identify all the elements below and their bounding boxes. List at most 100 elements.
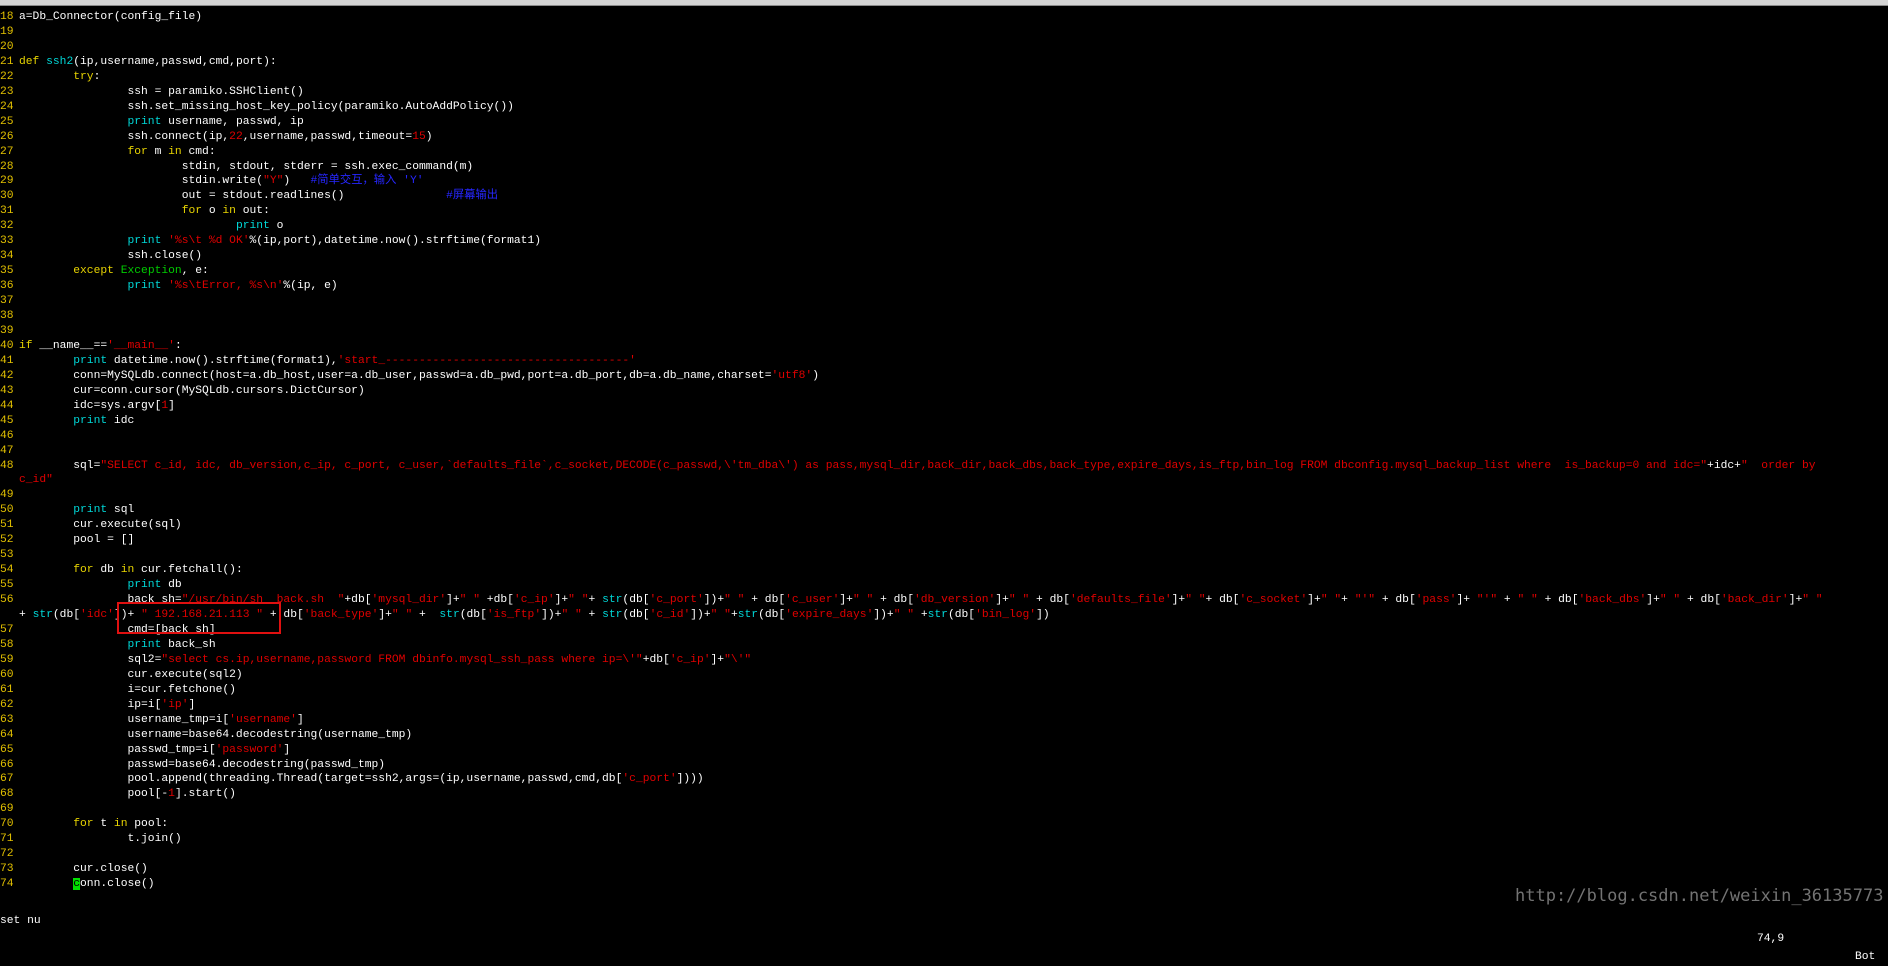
code-token: idc [107,414,135,427]
code-line[interactable]: 21 def ssh2(ip,username,passwd,cmd,port): [0,55,277,70]
code-line[interactable]: 25 print username, passwd, ip [0,115,304,130]
code-token: ,username,passwd,timeout= [242,130,413,143]
code-line[interactable]: 41 print datetime.now().strftime(format1… [0,354,636,369]
annotation-highlight-box [117,602,281,634]
code-token: 'is_ftp' [486,609,542,621]
code-line[interactable]: 27 for m in cmd: [0,145,216,160]
code-line[interactable]: 49 [0,488,19,503]
code-line[interactable]: 72 [0,847,19,862]
code-line[interactable]: 67 pool.append(threading.Thread(target=s… [0,772,704,787]
code-line[interactable]: 48 sql="SELECT c_id, idc, db_version,c_i… [0,459,1816,474]
code-line[interactable]: 23 ssh = paramiko.SSHClient() [0,85,304,100]
line-number: 37 [0,295,14,308]
code-line[interactable]: 30 out = stdout.readlines() #屏幕输出 [0,189,498,204]
code-line[interactable]: 20 [0,40,19,55]
code-token: cur=conn.cursor(MySQLdb.cursors.DictCurs… [19,384,365,397]
code-line[interactable]: 66 passwd=base64.decodestring(passwd_tmp… [0,758,385,773]
code-line[interactable]: 45 print idc [0,414,134,429]
vim-editor[interactable]: 18 a=Db_Connector(config_file) 19 20 21 def s… [0,10,1888,892]
code-line[interactable]: 19 [0,25,19,40]
code-line[interactable]: 52 pool = [] [0,533,134,548]
line-number: 29 [0,175,14,188]
code-line[interactable]: 73 cur.close() [0,862,148,877]
code-line[interactable]: c_id" [0,473,53,488]
code-line[interactable]: 71 t.join() [0,832,182,847]
code-line[interactable]: 38 [0,309,19,324]
code-token: ])+ [873,609,894,621]
code-line[interactable]: 68 pool[-1].start() [0,787,236,802]
code-line[interactable]: 35 except Exception, e: [0,264,209,279]
code-line[interactable]: 63 username_tmp=i['username'] [0,713,304,728]
code-line[interactable]: 62 ip=i['ip'] [0,698,195,713]
command-line[interactable]: set nu [0,912,41,930]
code-token: " " [1517,594,1538,607]
code-line[interactable]: 74 conn.close() [0,877,155,892]
code-token: ]+ [1788,594,1803,607]
code-line[interactable]: 54 for db in cur.fetchall(): [0,563,243,578]
code-token: print [127,280,162,293]
scroll-position: Bot [1855,951,1876,963]
code-line[interactable]: 53 [0,548,19,563]
code-line[interactable]: 26 ssh.connect(ip,22,username,passwd,tim… [0,130,433,145]
code-line[interactable]: 50 print sql [0,503,134,518]
code-line[interactable]: 22 try: [0,70,100,85]
code-token: for [127,145,148,158]
code-line[interactable]: 55 print db [0,578,182,593]
code-token: ssh = paramiko.SSHClient() [19,85,304,98]
code-token: + [914,609,928,621]
code-token: (db[ [622,594,650,607]
code-token: str [927,609,948,621]
code-token: 1 [168,788,175,801]
line-number: 31 [0,205,14,218]
code-token: a=Db_Connector(config_file) [19,11,203,23]
code-line[interactable]: 69 [0,802,19,817]
line-number: 28 [0,160,14,173]
code-line[interactable]: 47 [0,444,19,459]
line-number: 46 [0,429,14,442]
code-line[interactable]: 24 ssh.set_missing_host_key_policy(param… [0,100,514,115]
code-token: in [113,818,128,831]
code-line[interactable]: 44 idc=sys.argv[1] [0,399,175,414]
code-line[interactable]: 70 for t in pool: [0,817,168,832]
code-line[interactable]: 40 if __name__=='__main__': [0,339,182,354]
watermark: http://blog.csdn.net/weixin_36135773 [1515,886,1884,906]
code-token: "'" [1354,594,1376,607]
code-token: in [168,145,182,158]
code-line[interactable]: 65 passwd_tmp=i['password'] [0,743,290,758]
code-line[interactable]: 51 cur.execute(sql) [0,518,182,533]
code-token: str [439,609,460,621]
code-line[interactable]: 64 username=base64.decodestring(username… [0,728,412,743]
code-line[interactable]: 32 print o [0,219,283,234]
line-number: 49 [0,489,14,502]
code-line[interactable]: 39 [0,324,19,339]
code-token: for [181,205,203,218]
code-line[interactable]: 29 stdin.write("Y") #简单交互，输入 'Y' [0,174,424,189]
line-number: 69 [0,803,14,816]
code-line[interactable]: 59 sql2="select cs.ip,username,password … [0,653,751,668]
code-line[interactable]: 33 print '%s\t %d OK'%(ip,port),datetime… [0,234,541,249]
code-line[interactable]: 60 cur.execute(sql2) [0,668,243,683]
line-number: 41 [0,354,14,367]
code-token: ssh.close() [19,250,203,263]
line-number: 67 [0,773,14,786]
code-line[interactable]: 46 [0,429,19,444]
code-line[interactable]: 18 a=Db_Connector(config_file) [0,10,202,25]
line-number: 62 [0,698,14,711]
code-line[interactable]: 61 i=cur.fetchone() [0,683,236,698]
code-token: t [93,818,114,831]
code-line[interactable]: 31 for o in out: [0,204,270,219]
code-line[interactable]: 28 stdin, stdout, stderr = ssh.exec_comm… [0,160,473,175]
code-line[interactable]: 34 ssh.close() [0,249,202,264]
code-line[interactable]: 42 conn=MySQLdb.connect(host=a.db_host,u… [0,369,819,384]
code-line[interactable]: 37 [0,294,19,309]
line-number: 71 [0,833,14,846]
code-line[interactable]: 43 cur=conn.cursor(MySQLdb.cursors.DictC… [0,384,365,399]
code-token: + [412,609,440,621]
line-number: 57 [0,623,14,636]
code-token: t.join() [19,833,182,846]
code-line[interactable]: 58 print back_sh [0,638,216,653]
code-line[interactable]: 36 print '%s\tError, %s\n'%(ip, e) [0,279,338,294]
